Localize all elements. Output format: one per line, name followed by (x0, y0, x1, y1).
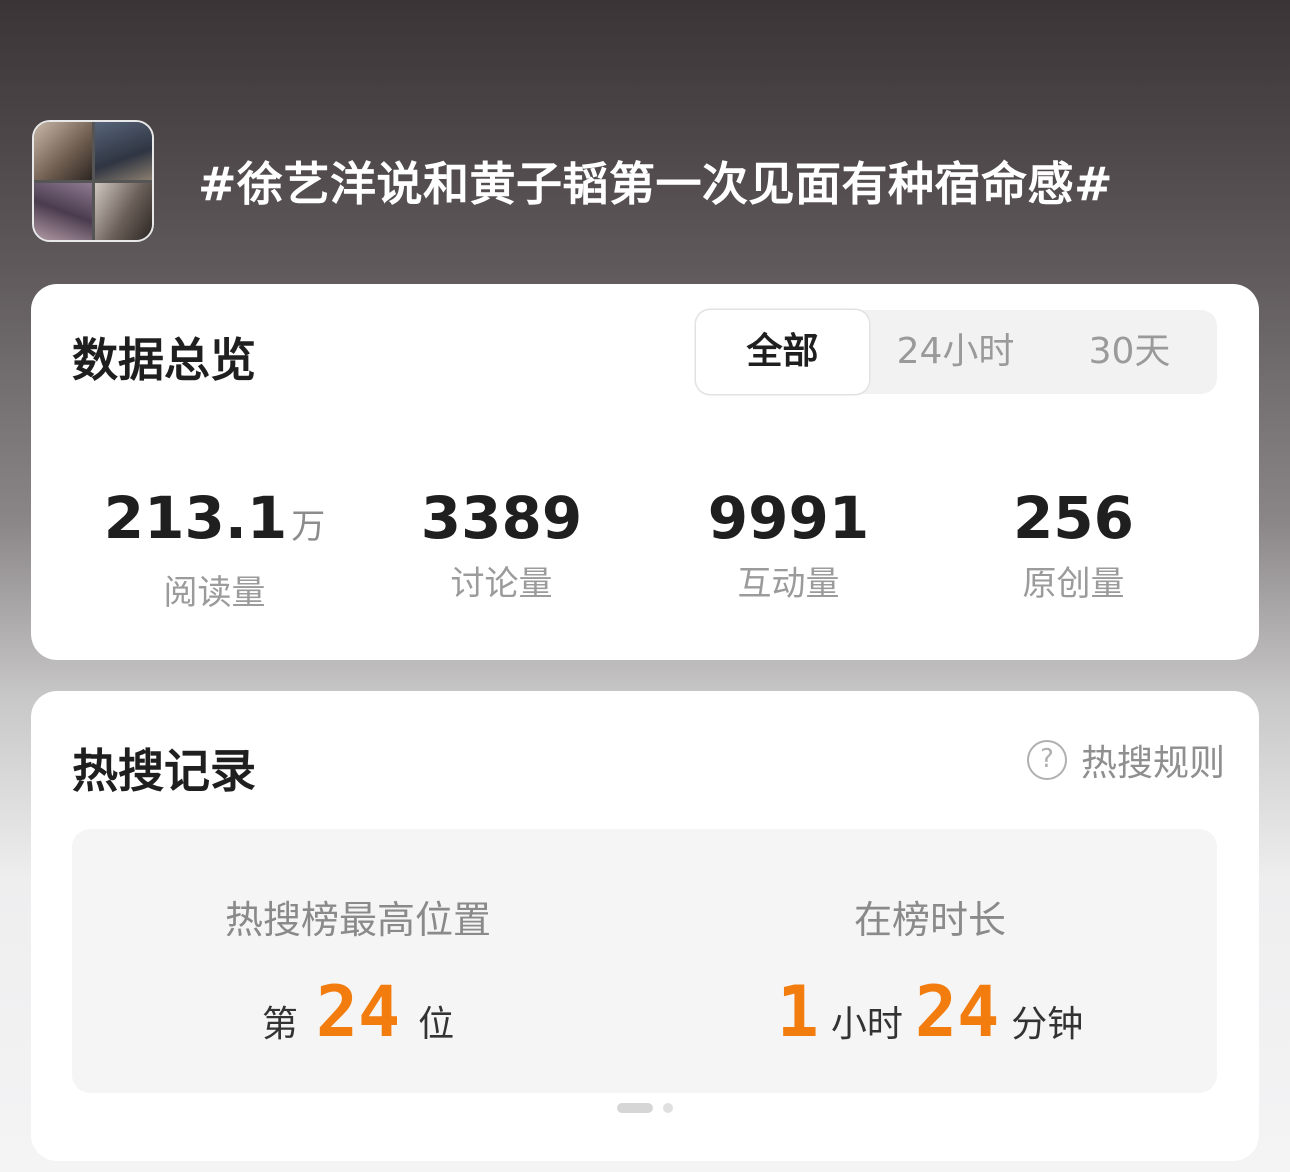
page-dot-active[interactable] (617, 1103, 653, 1113)
time-on-list-label: 在榜时长 (853, 898, 1006, 942)
hot-search-title: 热搜记录 (72, 744, 256, 798)
hot-search-summary: 热搜榜最高位置 第 24 位 在榜时长 1 小时 24 分钟 (72, 829, 1217, 1093)
thumbnail-tile (94, 182, 152, 240)
topic-title: #徐艺洋说和黄子韬第一次见面有种宿命感# (198, 157, 1114, 211)
stat-interactions-value: 9991 (707, 484, 870, 552)
stat-discussions-value: 3389 (420, 484, 583, 552)
page-indicator (617, 1103, 673, 1113)
thumbnail-tile (34, 122, 92, 180)
stat-reads: 213.1 万 阅读量 (71, 484, 358, 614)
duration-hours-unit: 小时 (830, 1004, 903, 1045)
hot-search-card: 热搜记录 ? 热搜规则 热搜榜最高位置 第 24 位 在榜时长 1 小时 24 … (31, 691, 1259, 1161)
time-range-tabs: 全部 24小时 30天 (696, 310, 1217, 394)
duration-minutes: 24 (914, 971, 1000, 1053)
stat-discussions: 3389 讨论量 (358, 484, 645, 605)
hot-search-rules-label: 热搜规则 (1080, 743, 1225, 784)
stat-interactions-label: 互动量 (737, 564, 840, 604)
stat-originals-value: 256 (1012, 484, 1135, 552)
page-dot[interactable] (663, 1103, 673, 1113)
rank-suffix: 位 (418, 1004, 455, 1045)
duration-hours: 1 (776, 971, 819, 1053)
hot-search-rules-link[interactable]: ? 热搜规则 (1026, 737, 1225, 784)
stat-interactions: 9991 互动量 (645, 484, 932, 605)
stat-originals-label: 原创量 (1022, 564, 1125, 604)
thumbnail-tile (94, 122, 152, 180)
stat-originals: 256 原创量 (930, 484, 1217, 605)
tab-all[interactable]: 全部 (696, 310, 869, 394)
rank-prefix: 第 (261, 1004, 298, 1045)
overview-card: 数据总览 全部 24小时 30天 213.1 万 阅读量 3389 讨论量 999… (31, 284, 1259, 660)
topic-header: #徐艺洋说和黄子韬第一次见面有种宿命感# (32, 120, 1262, 242)
rank-value: 24 (315, 971, 401, 1053)
stats-row: 213.1 万 阅读量 3389 讨论量 9991 互动量 256 原创量 (31, 484, 1259, 613)
stat-discussions-label: 讨论量 (450, 564, 553, 604)
highest-rank: 热搜榜最高位置 第 24 位 (72, 829, 644, 1093)
overview-title: 数据总览 (72, 333, 256, 387)
stat-reads-label: 阅读量 (163, 573, 266, 613)
question-circle-icon: ? (1026, 740, 1067, 780)
topic-thumbnail[interactable] (32, 120, 154, 242)
time-on-list: 在榜时长 1 小时 24 分钟 (644, 829, 1216, 1093)
thumbnail-tile (34, 182, 92, 240)
stat-reads-unit: 万 (291, 507, 326, 547)
highest-rank-label: 热搜榜最高位置 (224, 898, 491, 942)
stat-reads-value: 213.1 (103, 484, 288, 552)
tab-24h[interactable]: 24小时 (869, 310, 1042, 394)
duration-minutes-unit: 分钟 (1011, 1004, 1084, 1045)
tab-30d[interactable]: 30天 (1043, 310, 1216, 394)
